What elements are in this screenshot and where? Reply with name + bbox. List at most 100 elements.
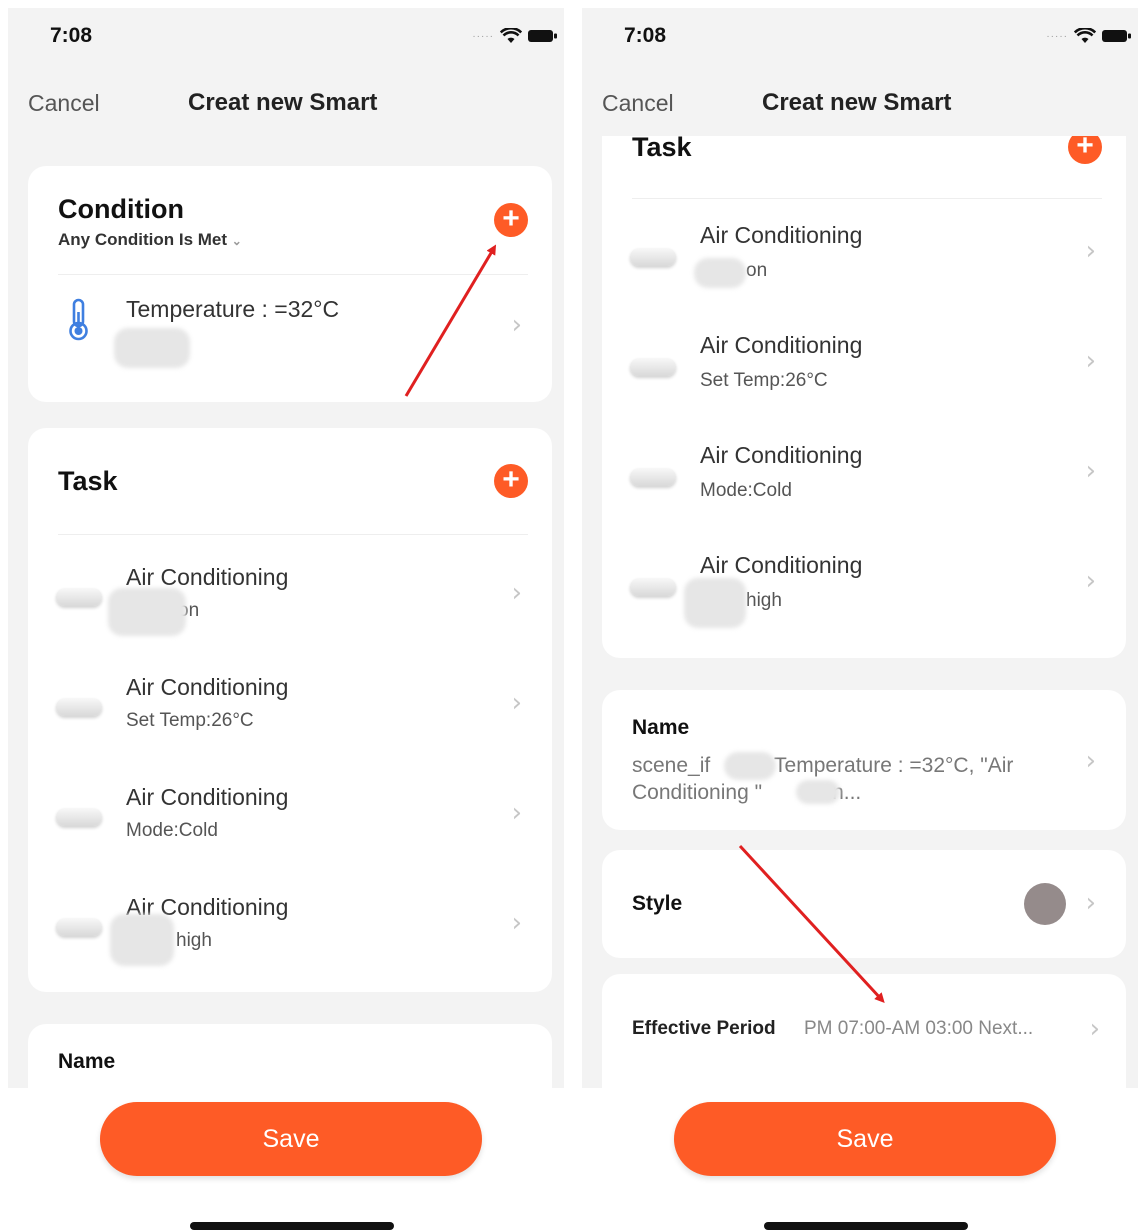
condition-mode-label: Any Condition Is Met bbox=[58, 230, 228, 249]
cancel-button[interactable]: Cancel bbox=[602, 90, 674, 117]
task-title: Task bbox=[58, 466, 118, 496]
task-row-title: Air Conditioning bbox=[126, 784, 289, 810]
signal-icon: ····· bbox=[1046, 30, 1068, 42]
air-conditioner-icon bbox=[56, 808, 102, 826]
page-title: Creat new Smart bbox=[762, 89, 952, 116]
air-conditioner-icon bbox=[630, 248, 676, 266]
redacted-area bbox=[114, 328, 190, 368]
task-row-title: Air Conditioning bbox=[126, 564, 289, 590]
chevron-right-icon: › bbox=[1085, 746, 1096, 776]
air-conditioner-icon bbox=[630, 358, 676, 376]
task-row-sub: high bbox=[176, 930, 212, 951]
redacted-area bbox=[684, 578, 746, 628]
status-bar: 7:08 ····· bbox=[8, 8, 564, 68]
chevron-right-icon: › bbox=[1085, 566, 1096, 596]
chevron-right-icon: › bbox=[1085, 236, 1096, 266]
add-condition-plus-icon[interactable]: + bbox=[494, 203, 528, 237]
task-row-sub: Mode:Cold bbox=[126, 820, 218, 841]
task-row-title: Air Conditioning bbox=[700, 332, 863, 358]
task-row[interactable]: Air Conditioning Mode:Cold › bbox=[602, 418, 1126, 528]
task-row-sub: high bbox=[746, 590, 782, 611]
task-row-sub: Set Temp:26°C bbox=[126, 710, 254, 731]
nav-bar: Cancel Creat new Smart bbox=[582, 80, 1138, 130]
chevron-right-icon: › bbox=[511, 578, 522, 608]
name-label: Name bbox=[58, 1050, 116, 1073]
air-conditioner-icon bbox=[630, 468, 676, 486]
task-row-sub: Set Temp:26°C bbox=[700, 370, 828, 391]
task-row[interactable]: Air Conditioning on › bbox=[28, 538, 552, 648]
status-bar: 7:08 ····· bbox=[582, 8, 1138, 68]
redacted-area bbox=[110, 914, 174, 966]
condition-mode-selector[interactable]: Any Condition Is Met ⌄ bbox=[58, 230, 242, 250]
condition-row-title: Temperature : =32°C bbox=[126, 296, 340, 322]
status-time: 7:08 bbox=[624, 24, 667, 47]
style-label: Style bbox=[632, 892, 683, 915]
task-row[interactable]: Air Conditioning Set Temp:26°C › bbox=[602, 308, 1126, 418]
home-indicator bbox=[190, 1222, 394, 1230]
task-card: Task + Air Conditioning on › Air Conditi… bbox=[28, 428, 552, 992]
redacted-area bbox=[694, 258, 746, 288]
chevron-right-icon: › bbox=[511, 798, 522, 828]
save-button[interactable]: Save bbox=[674, 1102, 1056, 1176]
add-task-plus-icon[interactable]: + bbox=[494, 464, 528, 498]
style-card[interactable]: Style › bbox=[602, 850, 1126, 958]
condition-title: Condition bbox=[58, 194, 184, 224]
signal-icon: ····· bbox=[472, 30, 494, 42]
task-row[interactable]: Air Conditioning Set Temp:26°C › bbox=[28, 648, 552, 758]
task-row-title: Air Conditioning bbox=[700, 442, 863, 468]
task-row[interactable]: Air Conditioning high › bbox=[602, 528, 1126, 638]
air-conditioner-icon bbox=[56, 918, 102, 936]
task-row-title: Air Conditioning bbox=[700, 552, 863, 578]
effective-period-label: Effective Period bbox=[632, 1018, 776, 1039]
phone-screen-left: 7:08 ····· Cancel Creat new Smart Condit… bbox=[8, 8, 564, 1230]
name-value-line2: Conditioning " on... bbox=[632, 781, 862, 804]
condition-row[interactable]: Temperature : =32°C › bbox=[28, 276, 552, 386]
air-conditioner-icon bbox=[630, 578, 676, 596]
home-indicator bbox=[764, 1222, 968, 1230]
style-color-swatch bbox=[1024, 883, 1066, 925]
air-conditioner-icon bbox=[56, 588, 102, 606]
cancel-button[interactable]: Cancel bbox=[28, 90, 100, 117]
header-area: 7:08 ····· Cancel Creat new Smart bbox=[582, 8, 1138, 136]
caret-down-icon: ⌄ bbox=[231, 234, 242, 248]
condition-card: Condition Any Condition Is Met ⌄ + Tempe… bbox=[28, 166, 552, 402]
task-row[interactable]: Air Conditioning Mode:Cold › bbox=[28, 758, 552, 868]
battery-icon bbox=[1102, 29, 1132, 43]
battery-icon bbox=[528, 29, 558, 43]
chevron-right-icon: › bbox=[1085, 456, 1096, 486]
name-card[interactable]: Name scene_if Temperature : =32°C, "Air … bbox=[602, 690, 1126, 830]
status-icons: ····· bbox=[472, 28, 558, 44]
divider bbox=[58, 274, 528, 275]
effective-period-card[interactable]: Effective Period PM 07:00-AM 03:00 Next.… bbox=[602, 974, 1126, 1088]
task-row-sub: on bbox=[746, 260, 768, 281]
chevron-right-icon: › bbox=[1085, 888, 1096, 918]
screen-content: Task + Air Conditioning on › Air Conditi… bbox=[582, 8, 1138, 1088]
thermometer-icon bbox=[69, 298, 88, 341]
status-icons: ····· bbox=[1046, 28, 1132, 44]
page-title: Creat new Smart bbox=[188, 89, 378, 116]
name-card[interactable]: Name bbox=[28, 1024, 552, 1088]
air-conditioner-icon bbox=[56, 698, 102, 716]
task-row-title: Air Conditioning bbox=[700, 222, 863, 248]
wifi-icon bbox=[500, 28, 522, 44]
effective-period-value: PM 07:00-AM 03:00 Next... bbox=[804, 1018, 1034, 1039]
wifi-icon bbox=[1074, 28, 1096, 44]
redacted-area bbox=[724, 752, 776, 780]
nav-bar: Cancel Creat new Smart bbox=[8, 80, 564, 130]
divider bbox=[58, 534, 528, 535]
chevron-right-icon: › bbox=[1089, 1014, 1100, 1044]
redacted-area bbox=[108, 588, 186, 636]
chevron-right-icon: › bbox=[511, 310, 522, 340]
name-label: Name bbox=[632, 716, 690, 739]
task-row-title: Air Conditioning bbox=[126, 674, 289, 700]
chevron-right-icon: › bbox=[511, 688, 522, 718]
redacted-area bbox=[796, 780, 840, 804]
task-card: Task + Air Conditioning on › Air Conditi… bbox=[602, 68, 1126, 658]
task-row[interactable]: Air Conditioning high › bbox=[28, 868, 552, 978]
name-value-line1: scene_if Temperature : =32°C, "Air bbox=[632, 754, 1014, 777]
task-row[interactable]: Air Conditioning on › bbox=[602, 198, 1126, 308]
status-time: 7:08 bbox=[50, 24, 93, 47]
save-button[interactable]: Save bbox=[100, 1102, 482, 1176]
chevron-right-icon: › bbox=[511, 908, 522, 938]
screen-content: 7:08 ····· Cancel Creat new Smart Condit… bbox=[8, 8, 564, 1088]
